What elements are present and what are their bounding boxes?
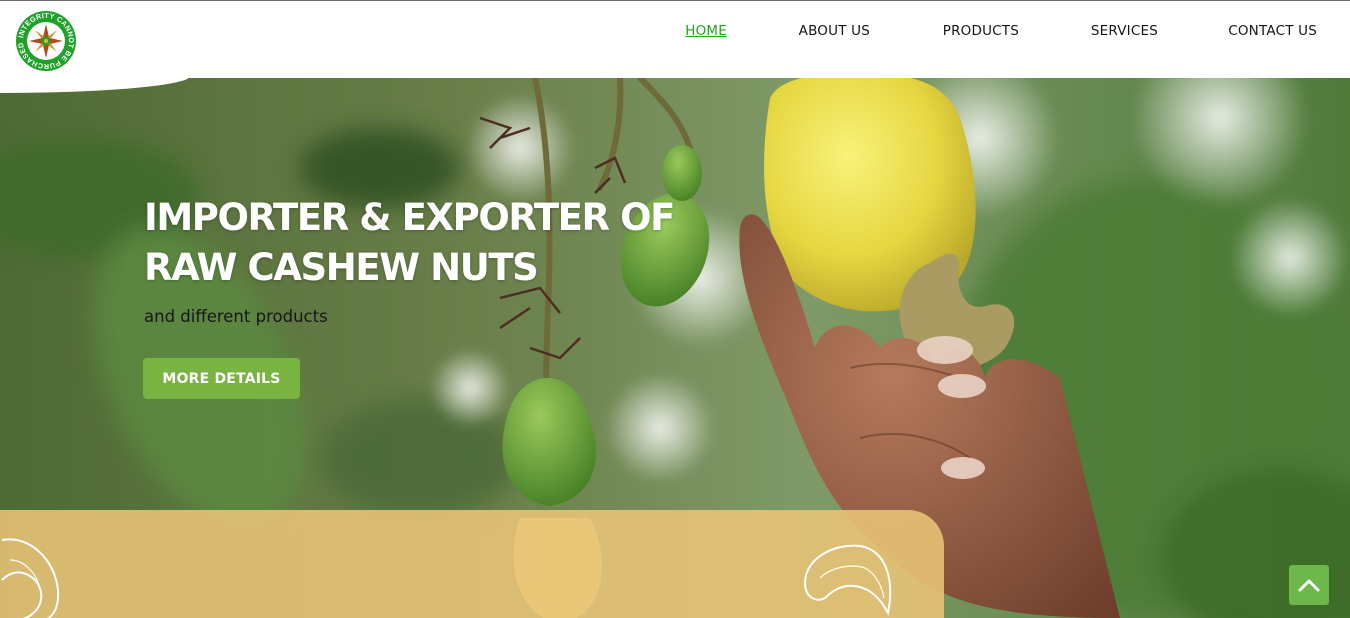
nav-contact-link[interactable]: CONTACT US	[1228, 23, 1317, 39]
hero-subtitle: and different products	[144, 307, 328, 326]
nav-products-link[interactable]: PRODUCTS	[943, 23, 1019, 39]
company-logo[interactable]: INTEGRITY CANNOT BE PURCHASED	[15, 10, 77, 72]
hero-title-line-1: IMPORTER & EXPORTER OF	[144, 196, 675, 239]
nav-home-link[interactable]: HOME	[685, 23, 727, 39]
compass-star-emblem-icon: INTEGRITY CANNOT BE PURCHASED	[16, 11, 76, 71]
chevron-up-icon	[1298, 579, 1320, 592]
site-header: INTEGRITY CANNOT BE PURCHASED HOME ABOUT…	[0, 0, 1350, 78]
hero-title-line-2: RAW CASHEW NUTS	[144, 246, 539, 289]
scroll-to-top-button[interactable]	[1289, 565, 1329, 605]
more-details-button[interactable]: MORE DETAILS	[143, 358, 300, 399]
cashew-outline-icon	[803, 544, 892, 616]
features-band	[0, 510, 944, 618]
hero-title: IMPORTER & EXPORTER OF RAW CASHEW NUTS	[144, 193, 704, 293]
nav-services-link[interactable]: SERVICES	[1091, 23, 1158, 39]
nav-about-link[interactable]: ABOUT US	[799, 23, 870, 39]
cashew-outline-icon	[1, 538, 60, 618]
